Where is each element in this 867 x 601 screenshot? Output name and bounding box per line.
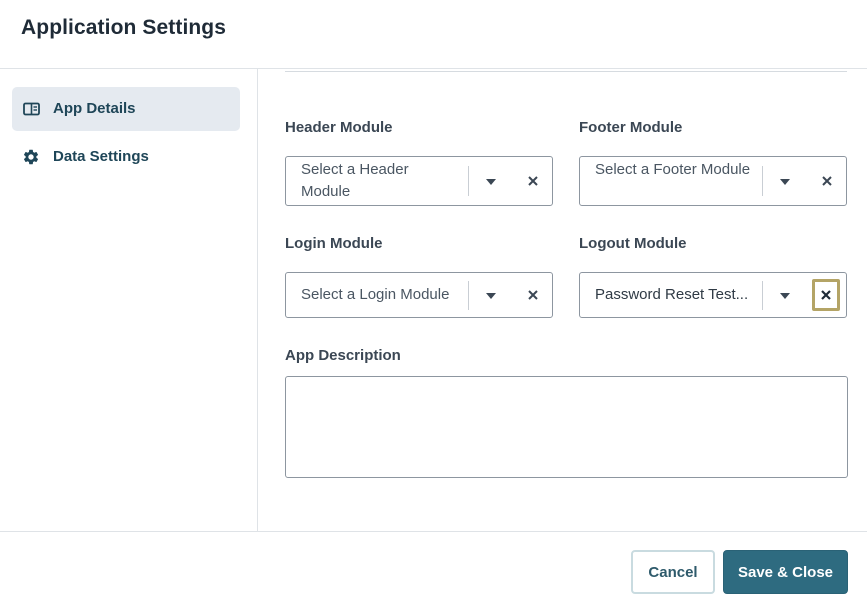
dialog-title: Application Settings	[21, 16, 227, 39]
save-close-button[interactable]: Save & Close	[723, 550, 848, 594]
header-module-label: Header Module	[285, 119, 393, 136]
main-panel: Header Module Select a Header Module Foo…	[258, 69, 867, 531]
sidebar-item-data-settings[interactable]: Data Settings	[12, 135, 240, 179]
chevron-down-icon[interactable]	[486, 177, 496, 187]
select-divider	[762, 281, 763, 310]
sidebar-item-app-details[interactable]: App Details	[12, 87, 240, 131]
close-icon[interactable]	[520, 279, 546, 311]
close-icon[interactable]	[520, 165, 546, 197]
app-description-label: App Description	[285, 347, 401, 364]
logout-module-value: Password Reset Test...	[595, 286, 749, 303]
sidebar-item-label: App Details	[53, 100, 136, 117]
cancel-button[interactable]: Cancel	[631, 550, 715, 594]
divider	[285, 71, 847, 72]
footer-module-select[interactable]: Select a Footer Module	[579, 156, 847, 206]
header-module-placeholder: Select a Header Module	[301, 161, 409, 200]
chevron-down-icon[interactable]	[780, 291, 790, 301]
header-module-select[interactable]: Select a Header Module	[285, 156, 553, 206]
footer-module-placeholder: Select a Footer Module	[595, 161, 751, 178]
footer-module-label: Footer Module	[579, 119, 683, 136]
close-icon[interactable]	[814, 165, 840, 197]
chevron-down-icon[interactable]	[486, 291, 496, 301]
login-module-select[interactable]: Select a Login Module	[285, 272, 553, 318]
app-description-textarea[interactable]	[285, 376, 848, 478]
login-module-placeholder: Select a Login Module	[301, 286, 450, 303]
login-module-label: Login Module	[285, 235, 383, 252]
sidebar: App Details Data Settings	[0, 69, 258, 531]
sidebar-item-label: Data Settings	[53, 148, 149, 165]
select-divider	[468, 281, 469, 310]
panel-icon	[22, 100, 40, 118]
select-divider	[468, 166, 469, 196]
chevron-down-icon[interactable]	[780, 177, 790, 187]
logout-module-select[interactable]: Password Reset Test...	[579, 272, 847, 318]
select-divider	[762, 166, 763, 196]
dialog-footer: Cancel Save & Close	[0, 531, 867, 601]
logout-module-label: Logout Module	[579, 235, 687, 252]
gear-icon	[22, 148, 40, 166]
close-icon[interactable]	[812, 279, 840, 311]
dialog-header: Application Settings	[0, 0, 867, 69]
